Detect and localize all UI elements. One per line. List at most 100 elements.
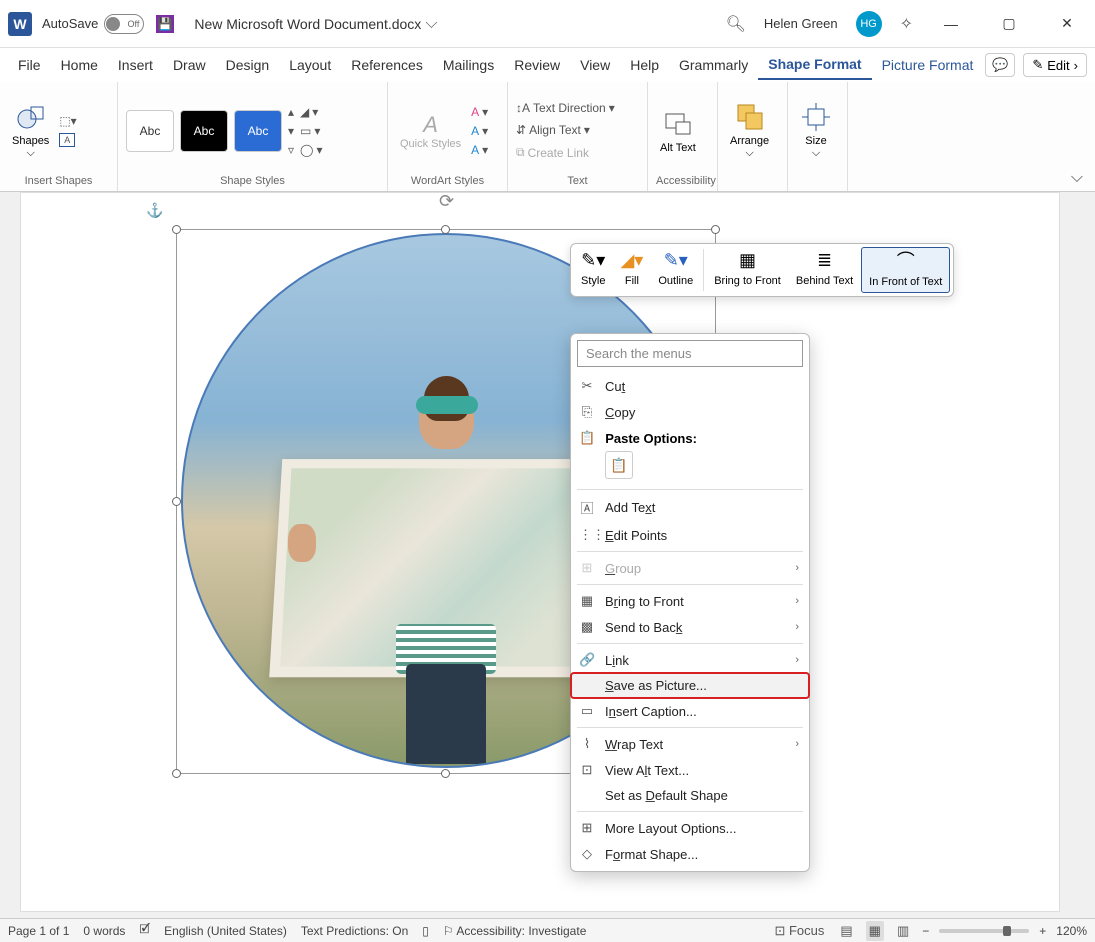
tab-home[interactable]: Home bbox=[51, 51, 108, 79]
tab-references[interactable]: References bbox=[341, 51, 433, 79]
shape-fill-outline-effects[interactable]: ◢▾ ▭▾ ◯▾ bbox=[300, 105, 322, 157]
menu-copy[interactable]: ⎘Copy bbox=[571, 399, 809, 425]
statusbar: Page 1 of 1 0 words 🗹 English (United St… bbox=[0, 918, 1095, 942]
anchor-icon: ⚓ bbox=[146, 202, 163, 219]
minimize-button[interactable]: ― bbox=[931, 9, 971, 39]
mini-outline-button[interactable]: ✎▾Outline bbox=[651, 247, 700, 293]
menu-format-shape[interactable]: ◇Format Shape... bbox=[571, 841, 809, 867]
shape-style-3[interactable]: Abc bbox=[234, 110, 282, 152]
menu-add-text[interactable]: 🄰Add Text bbox=[571, 493, 809, 522]
user-name[interactable]: Helen Green bbox=[764, 16, 838, 31]
shape-outline-icon: ▭ bbox=[300, 124, 311, 138]
comments-button[interactable]: 💬 bbox=[985, 53, 1015, 77]
edit-shape-icon[interactable]: ⬚▾ bbox=[59, 114, 76, 128]
text-direction-button[interactable]: ↕A Text Direction ▾ bbox=[516, 101, 615, 115]
print-layout-icon[interactable]: ▦ bbox=[866, 921, 884, 941]
tab-grammarly[interactable]: Grammarly bbox=[669, 51, 758, 79]
spellcheck-icon[interactable]: 🗹 bbox=[139, 920, 150, 941]
menu-link[interactable]: 🔗Link› bbox=[571, 647, 809, 673]
text-box-icon[interactable]: A bbox=[59, 133, 75, 147]
menu-tabs: File Home Insert Draw Design Layout Refe… bbox=[0, 48, 1095, 82]
tab-help[interactable]: Help bbox=[620, 51, 669, 79]
tab-design[interactable]: Design bbox=[216, 51, 280, 79]
document-area[interactable]: ⚓ ⟳ bbox=[0, 192, 1095, 918]
macro-icon[interactable]: ▯ bbox=[422, 924, 429, 938]
tab-file[interactable]: File bbox=[8, 51, 51, 79]
doc-title-dropdown-icon[interactable]: ⌵ bbox=[425, 15, 437, 33]
status-accessibility[interactable]: ⚐ Accessibility: Investigate bbox=[443, 924, 587, 938]
status-page[interactable]: Page 1 of 1 bbox=[8, 924, 69, 938]
text-direction-icon: ↕A bbox=[516, 101, 530, 115]
paste-option-button[interactable]: 📋 bbox=[605, 451, 633, 479]
resize-handle[interactable] bbox=[172, 497, 181, 506]
menu-edit-points[interactable]: ⋮⋮Edit Points bbox=[571, 522, 809, 548]
arrange-button[interactable]: Arrange⌵ bbox=[726, 99, 773, 162]
tab-mailings[interactable]: Mailings bbox=[433, 51, 504, 79]
zoom-level[interactable]: 120% bbox=[1056, 924, 1087, 938]
resize-handle[interactable] bbox=[441, 769, 450, 778]
shape-style-1[interactable]: Abc bbox=[126, 110, 174, 152]
menu-cut[interactable]: ✂Cut bbox=[571, 373, 809, 399]
tab-insert[interactable]: Insert bbox=[108, 51, 163, 79]
menu-save-as-picture[interactable]: Save as Picture... bbox=[571, 673, 809, 698]
menu-send-to-back[interactable]: ▩Send to Back› bbox=[571, 614, 809, 640]
menu-wrap-text[interactable]: ⌇Wrap Text› bbox=[571, 731, 809, 757]
menu-bring-to-front[interactable]: ▦Bring to Front› bbox=[571, 588, 809, 614]
rotate-handle-icon[interactable]: ⟳ bbox=[439, 192, 454, 212]
zoom-slider[interactable] bbox=[939, 929, 1029, 933]
resize-handle[interactable] bbox=[441, 225, 450, 234]
layout-icon: ⊞ bbox=[579, 820, 595, 836]
autosave-toggle[interactable]: Off bbox=[104, 14, 144, 34]
document-title[interactable]: New Microsoft Word Document.docx bbox=[194, 16, 421, 32]
avatar[interactable]: HG bbox=[856, 11, 882, 37]
shape-style-2[interactable]: Abc bbox=[180, 110, 228, 152]
read-mode-icon[interactable]: ▤ bbox=[837, 921, 855, 941]
close-button[interactable]: ✕ bbox=[1047, 9, 1087, 39]
page[interactable]: ⚓ ⟳ bbox=[20, 192, 1060, 912]
align-text-button[interactable]: ⇵ Align Text ▾ bbox=[516, 123, 615, 137]
zoom-out-button[interactable]: − bbox=[922, 924, 929, 938]
wrap-text-icon: ⌇ bbox=[579, 736, 595, 752]
alt-text-icon: ⊡ bbox=[579, 762, 595, 778]
resize-handle[interactable] bbox=[172, 225, 181, 234]
mic-icon[interactable]: ✧ bbox=[900, 14, 913, 34]
resize-handle[interactable] bbox=[172, 769, 181, 778]
shapes-button[interactable]: Shapes⌵ bbox=[8, 99, 53, 162]
style-icon: ✎▾ bbox=[581, 250, 605, 272]
menu-view-alt-text[interactable]: ⊡View Alt Text... bbox=[571, 757, 809, 783]
menu-insert-caption[interactable]: ▭Insert Caption... bbox=[571, 698, 809, 724]
focus-button[interactable]: ⊡ Focus bbox=[771, 921, 827, 941]
tab-layout[interactable]: Layout bbox=[279, 51, 341, 79]
mini-behind-text-button[interactable]: ≣Behind Text bbox=[789, 247, 860, 293]
menu-search-input[interactable]: Search the menus bbox=[577, 340, 803, 367]
style-nav[interactable]: ▴▾▿ bbox=[288, 105, 294, 157]
tab-review[interactable]: Review bbox=[504, 51, 570, 79]
search-icon[interactable]: 🔍︎ bbox=[726, 14, 746, 34]
maximize-button[interactable]: ▢ bbox=[989, 9, 1029, 39]
mini-style-button[interactable]: ✎▾Style bbox=[574, 247, 612, 293]
alt-text-button[interactable]: Alt Text bbox=[656, 106, 700, 156]
tab-picture-format[interactable]: Picture Format bbox=[872, 51, 984, 79]
menu-set-default-shape[interactable]: Set as Default Shape bbox=[571, 783, 809, 808]
tab-view[interactable]: View bbox=[570, 51, 620, 79]
save-icon[interactable]: 💾 bbox=[156, 15, 174, 33]
resize-handle[interactable] bbox=[711, 225, 720, 234]
mini-in-front-button[interactable]: ⌒In Front of Text bbox=[861, 247, 950, 293]
shape-edit-stack[interactable]: ⬚▾ A bbox=[59, 114, 76, 147]
web-layout-icon[interactable]: ▥ bbox=[894, 921, 912, 941]
tab-draw[interactable]: Draw bbox=[163, 51, 216, 79]
status-language[interactable]: English (United States) bbox=[164, 924, 287, 938]
menu-more-layout-options[interactable]: ⊞More Layout Options... bbox=[571, 815, 809, 841]
fill-icon: ◢▾ bbox=[620, 250, 643, 272]
status-words[interactable]: 0 words bbox=[83, 924, 125, 938]
word-app-icon: W bbox=[8, 12, 32, 36]
editing-mode-button[interactable]: ✎ Edit › bbox=[1023, 53, 1087, 77]
ribbon-collapse-icon[interactable]: ⌵ bbox=[1059, 82, 1095, 191]
titlebar: W AutoSave Off 💾 New Microsoft Word Docu… bbox=[0, 0, 1095, 48]
tab-shape-format[interactable]: Shape Format bbox=[758, 50, 871, 80]
status-predictions[interactable]: Text Predictions: On bbox=[301, 924, 408, 938]
size-button[interactable]: Size⌵ bbox=[796, 99, 836, 162]
mini-bring-front-button[interactable]: ▦Bring to Front bbox=[707, 247, 788, 293]
zoom-in-button[interactable]: + bbox=[1039, 924, 1046, 938]
mini-fill-button[interactable]: ◢▾Fill bbox=[613, 247, 650, 293]
